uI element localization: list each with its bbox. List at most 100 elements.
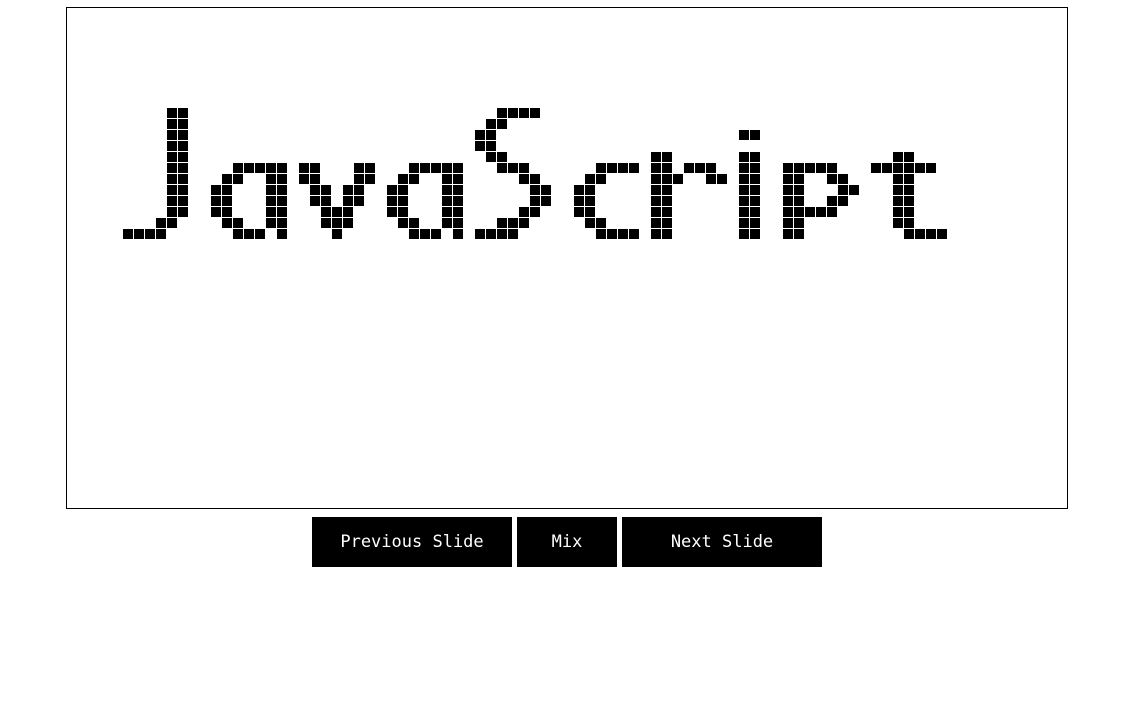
pixel-dot (321, 185, 331, 195)
pixel-dot (585, 185, 595, 195)
pixel-dot (354, 185, 364, 195)
pixel-dot (178, 119, 188, 129)
mix-button[interactable]: Mix (517, 517, 617, 567)
pixel-dot (794, 163, 804, 173)
previous-slide-button[interactable]: Previous Slide (312, 517, 512, 567)
pixel-dot (838, 185, 848, 195)
pixel-dot (497, 163, 507, 173)
pixel-dot (893, 207, 903, 217)
pixel-dot (750, 174, 760, 184)
pixel-dot (178, 108, 188, 118)
pixel-dot (827, 163, 837, 173)
pixel-dot (651, 163, 661, 173)
pixel-dot (486, 152, 496, 162)
pixel-dot (354, 196, 364, 206)
pixel-dot (343, 185, 353, 195)
pixel-dot (299, 174, 309, 184)
pixel-dot (387, 207, 397, 217)
pixel-dot (926, 229, 936, 239)
pixel-dot (167, 163, 177, 173)
pixel-dot (365, 163, 375, 173)
pixel-dot (497, 108, 507, 118)
pixel-dot (167, 196, 177, 206)
pixel-dot (904, 163, 914, 173)
pixel-dot (453, 174, 463, 184)
pixel-dot (255, 229, 265, 239)
pixel-dot (167, 130, 177, 140)
next-slide-button[interactable]: Next Slide (622, 517, 822, 567)
pixel-dot (431, 163, 441, 173)
pixel-dot (915, 229, 925, 239)
pixel-dot (585, 218, 595, 228)
pixel-dot (607, 163, 617, 173)
pixel-dot (442, 174, 452, 184)
pixel-dot (167, 174, 177, 184)
pixel-dot (277, 218, 287, 228)
pixel-dot (530, 185, 540, 195)
pixel-dot (343, 218, 353, 228)
pixel-dot (893, 163, 903, 173)
pixel-dot (596, 229, 606, 239)
pixel-dot (519, 163, 529, 173)
pixel-dot (167, 152, 177, 162)
pixel-text (123, 108, 947, 239)
pixel-dot (827, 196, 837, 206)
pixel-dot (816, 207, 826, 217)
pixel-dot (585, 174, 595, 184)
pixel-dot (750, 185, 760, 195)
pixel-dot (585, 207, 595, 217)
pixel-dot (497, 152, 507, 162)
pixel-dot (310, 174, 320, 184)
pixel-dot (156, 229, 166, 239)
pixel-dot (750, 207, 760, 217)
pixel-dot (222, 218, 232, 228)
pixel-dot (739, 218, 749, 228)
pixel-dot (893, 196, 903, 206)
pixel-dot (508, 163, 518, 173)
pixel-dot (915, 163, 925, 173)
pixel-dot (178, 207, 188, 217)
pixel-dot (827, 174, 837, 184)
pixel-dot (409, 174, 419, 184)
pixel-dot (904, 207, 914, 217)
pixel-dot (596, 218, 606, 228)
pixel-dot (629, 163, 639, 173)
pixel-dot (783, 218, 793, 228)
pixel-dot (310, 196, 320, 206)
pixel-dot (849, 185, 859, 195)
pixel-dot (233, 218, 243, 228)
pixel-dot (486, 119, 496, 129)
pixel-dot (266, 196, 276, 206)
pixel-dot (651, 185, 661, 195)
pixel-dot (794, 185, 804, 195)
pixel-dot (541, 196, 551, 206)
pixel-dot (739, 174, 749, 184)
pixel-dot (717, 174, 727, 184)
pixel-dot (222, 207, 232, 217)
pixel-dot (222, 174, 232, 184)
pixel-dot (871, 163, 881, 173)
pixel-dot (486, 229, 496, 239)
pixel-dot (651, 196, 661, 206)
pixel-dot (453, 207, 463, 217)
pixel-dot (266, 207, 276, 217)
pixel-dot (739, 207, 749, 217)
pixel-dot (167, 185, 177, 195)
pixel-dot (651, 229, 661, 239)
pixel-dot (794, 174, 804, 184)
pixel-dot (398, 196, 408, 206)
pixel-dot (618, 163, 628, 173)
pixel-dot (893, 174, 903, 184)
pixel-dot (574, 185, 584, 195)
pixel-dot (354, 163, 364, 173)
pixel-dot (321, 207, 331, 217)
pixel-dot (574, 196, 584, 206)
pixel-dot (266, 218, 276, 228)
pixel-dot (420, 163, 430, 173)
pixel-dot (178, 163, 188, 173)
pixel-dot (904, 218, 914, 228)
pixel-dot (387, 185, 397, 195)
pixel-dot (266, 163, 276, 173)
pixel-dot (497, 218, 507, 228)
pixel-dot (827, 207, 837, 217)
